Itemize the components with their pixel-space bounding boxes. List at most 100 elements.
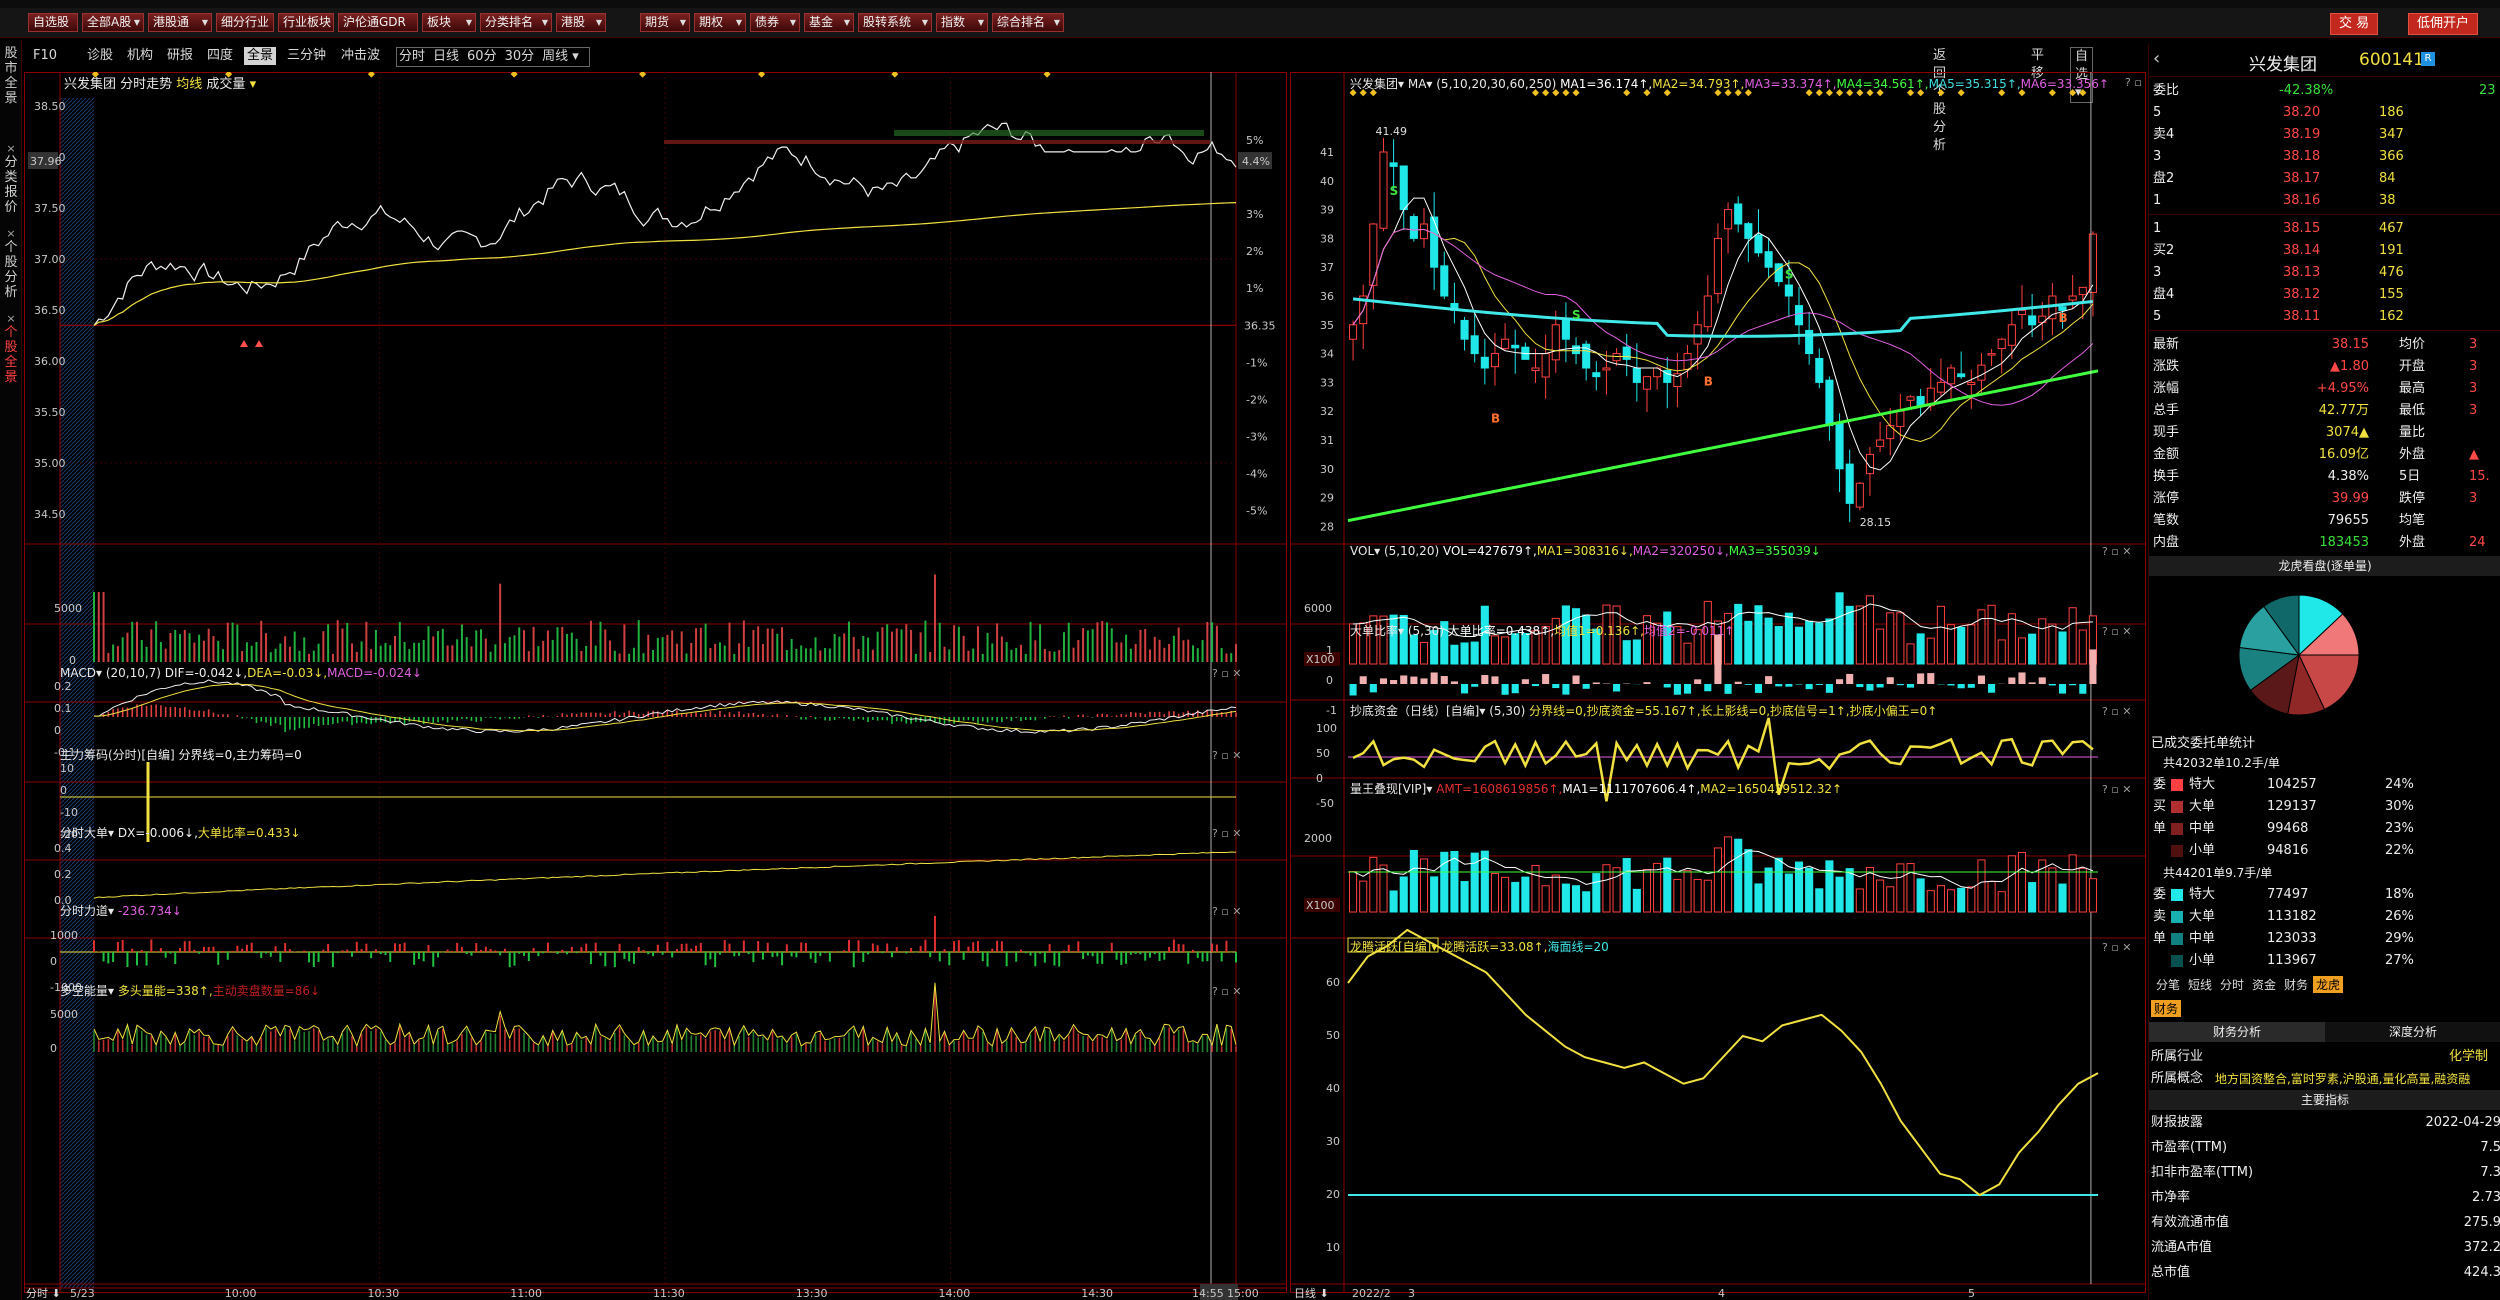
left-tab-2[interactable]: 个 股 分 析 [1, 240, 21, 300]
macd-bar [475, 717, 478, 722]
left-tab-3[interactable]: 个 股 全 景 [1, 325, 21, 385]
fl-bar [417, 952, 420, 960]
lw-bar [1997, 891, 2006, 913]
order-pie-chart [2238, 594, 2360, 716]
trade-button[interactable]: 交 易 [2330, 13, 2379, 35]
close-tab-icon[interactable]: × [1, 226, 21, 241]
menu-8[interactable]: 港股 [556, 13, 606, 32]
bottom-tab-龙虎[interactable]: 龙虎 [2313, 976, 2344, 993]
bottom-tab-资金[interactable]: 资金 [2249, 976, 2279, 993]
left-tab-0[interactable]: 股 市 全 景 [1, 46, 21, 106]
period-分时[interactable]: 分时 [399, 49, 425, 64]
menu-14[interactable]: 指数 [936, 13, 988, 32]
menu-1[interactable]: 全部A股 [82, 13, 144, 32]
period-60分[interactable]: 60分 [467, 49, 497, 64]
dk-bar [852, 1028, 855, 1052]
finance-tab[interactable]: 财务 [2151, 1000, 2182, 1017]
vol-bar [317, 643, 320, 662]
menu-13[interactable]: 股转系统 [858, 13, 932, 32]
fl-bar [155, 951, 158, 952]
macd-bar [532, 716, 535, 717]
fl-bar [652, 952, 655, 957]
fl-bar [207, 946, 210, 952]
vol-bar [886, 624, 889, 662]
menu-6[interactable]: 板块 [422, 13, 476, 32]
menu-4[interactable]: 行业板块 [278, 13, 334, 32]
tab-四度[interactable]: 四度 [204, 47, 236, 65]
close-tab-icon[interactable]: × [1, 141, 21, 156]
menu-15[interactable]: 综合排名 [992, 13, 1064, 32]
open-account-button[interactable]: 低佣开户 [2408, 13, 2479, 35]
tab-诊股[interactable]: 诊股 [84, 47, 116, 65]
period-30分[interactable]: 30分 [505, 49, 535, 64]
stock-code: 600141 [2359, 50, 2424, 70]
industry-row: 所属行业 化学制 [2149, 1046, 2500, 1068]
tab-全景[interactable]: 全景 [244, 47, 277, 65]
panel-controls: ? ▫ ✕ [2102, 545, 2132, 558]
tab-机构[interactable]: 机构 [124, 47, 156, 65]
ddbl-bar [1734, 681, 1742, 684]
menu-2[interactable]: 港股通 [148, 13, 212, 32]
tab-冲击波[interactable]: 冲击波 [338, 47, 383, 65]
macd-bar [695, 711, 697, 717]
menu-12[interactable]: 基金 [804, 13, 854, 32]
bottom-tab-财务[interactable]: 财务 [2281, 976, 2311, 993]
lw-bar [1754, 883, 1763, 913]
vol-bar [1191, 645, 1194, 662]
vol-bar [1058, 650, 1061, 662]
bottom-tab-分时[interactable]: 分时 [2217, 976, 2247, 993]
back-arrow-icon[interactable]: ‹ [2153, 48, 2160, 69]
close-tab-icon[interactable]: × [1, 311, 21, 326]
bottom-tab-分笔[interactable]: 分笔 [2153, 976, 2183, 993]
menu-11[interactable]: 债券 [750, 13, 800, 32]
macd-bar [762, 713, 764, 717]
vol-bar [1825, 618, 1834, 665]
menu-3[interactable]: 细分行业 [216, 13, 274, 32]
dk-bar [738, 1035, 740, 1052]
tab-F10[interactable]: F10 [30, 47, 60, 65]
dk-bar [145, 1034, 148, 1052]
dk-bar [1206, 1036, 1209, 1052]
dk-bar [523, 1032, 525, 1052]
order-total: 共44201单9.7手/单 [2163, 866, 2273, 880]
fl-bar [1019, 949, 1022, 952]
bottom-tab-短线[interactable]: 短线 [2185, 976, 2215, 993]
finance-analysis-tab[interactable]: 财务分析 [2149, 1022, 2325, 1042]
period-日线[interactable]: 日线 [433, 49, 459, 64]
menu-0[interactable]: 自选股 [28, 13, 78, 32]
vol-bar [460, 624, 463, 662]
macd-bar [317, 717, 320, 726]
deep-analysis-tab[interactable]: 深度分析 [2325, 1022, 2500, 1042]
ddbl-bar [1805, 684, 1813, 690]
menu-9[interactable]: 期货 [640, 13, 690, 32]
candle-body [1622, 346, 1631, 360]
ddbl-bar [1815, 684, 1823, 685]
period-周线[interactable]: 周线 ▾ [542, 49, 579, 64]
vol-bar [690, 642, 693, 662]
menu-10[interactable]: 期权 [694, 13, 746, 32]
order-pct: 24% [2385, 777, 2414, 792]
tab-研报[interactable]: 研报 [164, 47, 196, 65]
left-tab-1[interactable]: 分 类 报 价 [1, 155, 21, 215]
time-label: 15:00 [1227, 1287, 1259, 1300]
dk-bar [704, 1038, 707, 1052]
dk-bar [1144, 1039, 1147, 1052]
fl-bar [647, 952, 650, 955]
order-row: 委特大 77497 18% [2149, 884, 2500, 906]
candle-body [1977, 364, 1986, 381]
candle-body [1794, 305, 1804, 326]
macd-bar [766, 716, 769, 717]
lw-bar [1460, 881, 1469, 913]
price-tick: 39 [1320, 204, 1334, 217]
vol-bar [828, 648, 831, 662]
tab-三分钟[interactable]: 三分钟 [284, 47, 329, 65]
stat-key: 现手 [2153, 425, 2180, 440]
menu-5[interactable]: 沪伦通GDR [338, 13, 418, 32]
candle-body [1713, 237, 1722, 294]
fl-bar [594, 942, 597, 952]
cd-tick: -50 [1316, 797, 1334, 810]
vol-bar [284, 636, 287, 662]
menu-7[interactable]: 分类排名 [480, 13, 552, 32]
lw-bar [1511, 881, 1520, 913]
dk-bar [217, 1045, 220, 1052]
